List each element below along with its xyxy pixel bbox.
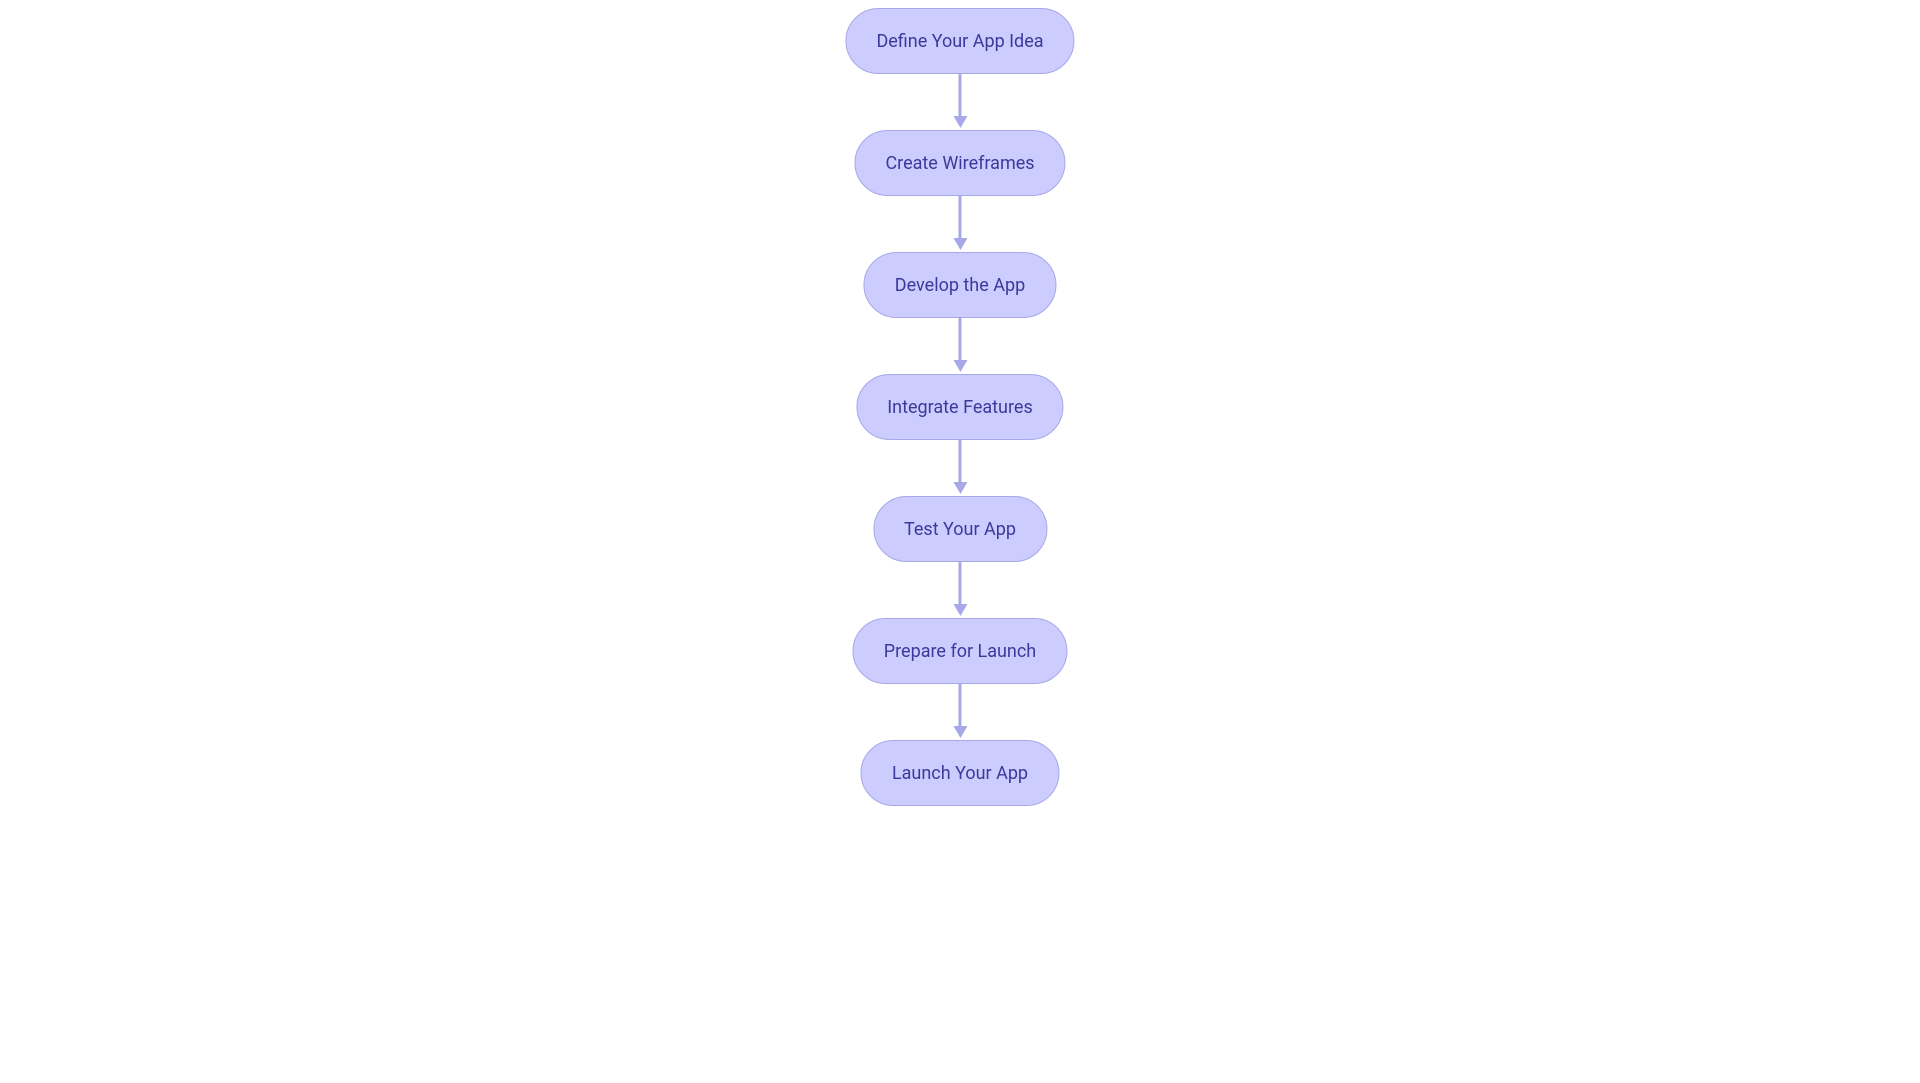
arrow-head-icon	[953, 482, 967, 494]
arrow-line-icon	[959, 440, 962, 482]
flowchart-node-integrate: Integrate Features	[856, 374, 1064, 440]
node-label: Define Your App Idea	[876, 31, 1043, 52]
node-label: Integrate Features	[887, 397, 1033, 418]
arrow-head-icon	[953, 726, 967, 738]
flowchart-node-launch: Launch Your App	[861, 740, 1059, 806]
flowchart-arrow	[953, 74, 967, 130]
flowchart-arrow	[953, 684, 967, 740]
arrow-head-icon	[953, 360, 967, 372]
flowchart-arrow	[953, 440, 967, 496]
flowchart-arrow	[953, 318, 967, 374]
arrow-head-icon	[953, 116, 967, 128]
node-label: Test Your App	[904, 519, 1016, 540]
arrow-line-icon	[959, 196, 962, 238]
arrow-line-icon	[959, 318, 962, 360]
flowchart-container: Define Your App Idea Create Wireframes D…	[845, 8, 1074, 806]
flowchart-node-prepare-launch: Prepare for Launch	[853, 618, 1067, 684]
arrow-line-icon	[959, 684, 962, 726]
arrow-head-icon	[953, 238, 967, 250]
flowchart-arrow	[953, 196, 967, 252]
arrow-line-icon	[959, 74, 962, 116]
arrow-head-icon	[953, 604, 967, 616]
node-label: Prepare for Launch	[884, 641, 1036, 662]
flowchart-arrow	[953, 562, 967, 618]
flowchart-node-wireframes: Create Wireframes	[854, 130, 1065, 196]
node-label: Create Wireframes	[885, 153, 1034, 174]
flowchart-node-define-idea: Define Your App Idea	[845, 8, 1074, 74]
flowchart-node-develop: Develop the App	[864, 252, 1056, 318]
node-label: Develop the App	[895, 275, 1025, 296]
arrow-line-icon	[959, 562, 962, 604]
node-label: Launch Your App	[892, 763, 1028, 784]
flowchart-node-test: Test Your App	[873, 496, 1047, 562]
